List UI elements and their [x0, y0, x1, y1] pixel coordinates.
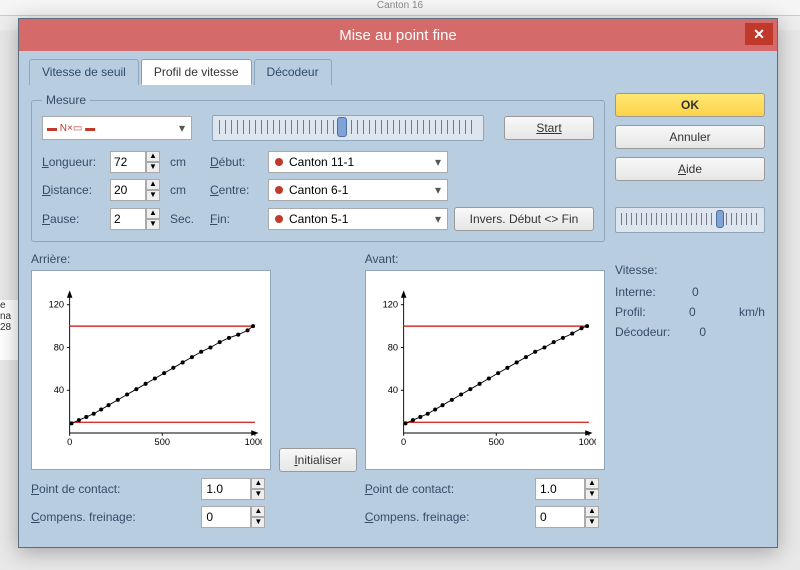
center-label: Centre:	[210, 183, 262, 197]
profile-speed-unit: km/h	[739, 305, 765, 319]
rear-compens-input[interactable]: 0	[201, 506, 251, 528]
rear-chart: 40 80 120 0 500 1000	[31, 270, 271, 470]
down-arrow-icon[interactable]: ▼	[251, 517, 265, 528]
front-compens-input[interactable]: 0	[535, 506, 585, 528]
start-canton-select[interactable]: Canton 11-1	[268, 151, 448, 173]
svg-text:500: 500	[155, 437, 170, 447]
slider-thumb[interactable]	[337, 117, 347, 137]
start-button[interactable]: Start	[504, 116, 594, 140]
ok-button[interactable]: OK	[615, 93, 765, 117]
up-arrow-icon[interactable]: ▲	[585, 478, 599, 489]
bg-sidebar-fragment: ena28	[0, 300, 18, 360]
invert-button[interactable]: Invers. Début <> Fin	[454, 207, 594, 231]
slider-ticks	[621, 213, 759, 225]
down-arrow-icon[interactable]: ▼	[585, 489, 599, 500]
svg-text:120: 120	[49, 300, 64, 310]
svg-text:0: 0	[67, 437, 72, 447]
front-chart: 40 80 120 0 500 1000	[365, 270, 605, 470]
length-label: Longueur:	[42, 155, 104, 169]
up-arrow-icon[interactable]: ▲	[251, 478, 265, 489]
center-canton-select[interactable]: Canton 6-1	[268, 179, 448, 201]
end-label: Fin:	[210, 212, 262, 226]
dialog-title: Mise au point fine	[339, 27, 457, 44]
tab-strip: Vitesse de seuil Profil de vitesse Décod…	[19, 51, 777, 85]
decoder-speed-label: Décodeur:	[615, 325, 670, 339]
speed-slider[interactable]	[615, 207, 765, 233]
distance-label: Distance:	[42, 183, 104, 197]
tab-speed-profile[interactable]: Profil de vitesse	[141, 59, 252, 85]
length-spinner[interactable]: ▲▼	[110, 151, 160, 173]
decoder-speed-value: 0	[699, 325, 706, 339]
red-dot-icon	[275, 215, 283, 223]
rear-contact-input[interactable]: 1.0	[201, 478, 251, 500]
svg-text:500: 500	[488, 437, 503, 447]
rear-contact-label: Point de contact:	[31, 482, 201, 496]
measure-legend: Mesure	[42, 93, 90, 107]
parent-window-title: Canton 16	[0, 0, 800, 16]
profile-speed-label: Profil:	[615, 305, 646, 319]
internal-speed-label: Interne:	[615, 285, 656, 299]
pause-spinner[interactable]: ▲▼	[110, 208, 160, 230]
tab-threshold-speed[interactable]: Vitesse de seuil	[29, 59, 139, 85]
down-arrow-icon[interactable]: ▼	[146, 190, 160, 201]
down-arrow-icon[interactable]: ▼	[146, 162, 160, 173]
svg-text:40: 40	[387, 385, 397, 395]
close-icon: ✕	[753, 26, 765, 43]
front-chart-title: Avant:	[365, 252, 605, 266]
tab-decoder[interactable]: Décodeur	[254, 59, 332, 85]
speed-header: Vitesse:	[615, 263, 765, 277]
start-label: Début:	[210, 155, 262, 169]
down-arrow-icon[interactable]: ▼	[585, 517, 599, 528]
svg-text:80: 80	[54, 342, 64, 352]
cm-label-2: cm	[170, 183, 204, 197]
distance-spinner[interactable]: ▲▼	[110, 179, 160, 201]
pause-input[interactable]	[110, 208, 146, 230]
end-canton-select[interactable]: Canton 5-1	[268, 208, 448, 230]
fine-tuning-dialog: Mise au point fine ✕ Vitesse de seuil Pr…	[18, 18, 778, 548]
cancel-button[interactable]: Annuler	[615, 125, 765, 149]
initialize-button[interactable]: IInitialisernitialiser	[279, 448, 356, 472]
up-arrow-icon[interactable]: ▲	[146, 208, 160, 219]
up-arrow-icon[interactable]: ▲	[146, 179, 160, 190]
up-arrow-icon[interactable]: ▲	[251, 506, 265, 517]
front-contact-input[interactable]: 1.0	[535, 478, 585, 500]
red-dot-icon	[275, 158, 283, 166]
svg-text:1000: 1000	[245, 437, 263, 447]
up-arrow-icon[interactable]: ▲	[585, 506, 599, 517]
front-compens-label: Compens. freinage:	[365, 510, 535, 524]
svg-text:40: 40	[54, 385, 64, 395]
down-arrow-icon[interactable]: ▼	[251, 489, 265, 500]
pause-label: Pause:	[42, 212, 104, 226]
svg-text:80: 80	[387, 342, 397, 352]
dialog-titlebar: Mise au point fine ✕	[19, 19, 777, 51]
measure-group: Mesure ▬ N×▭ ▬ Start Longueur:	[31, 93, 605, 242]
internal-speed-value: 0	[692, 285, 699, 299]
help-button[interactable]: Aide	[615, 157, 765, 181]
slider-thumb[interactable]	[716, 210, 724, 228]
loco-icon: ▬ N×▭ ▬	[47, 123, 95, 134]
svg-text:1000: 1000	[578, 437, 596, 447]
sec-label: Sec.	[170, 212, 204, 226]
red-dot-icon	[275, 186, 283, 194]
rear-chart-title: Arrière:	[31, 252, 271, 266]
down-arrow-icon[interactable]: ▼	[146, 219, 160, 230]
svg-text:0: 0	[401, 437, 406, 447]
up-arrow-icon[interactable]: ▲	[146, 151, 160, 162]
cm-label-1: cm	[170, 155, 204, 169]
distance-input[interactable]	[110, 179, 146, 201]
front-contact-label: Point de contact:	[365, 482, 535, 496]
slider-ticks	[219, 120, 477, 134]
length-input[interactable]	[110, 151, 146, 173]
svg-text:120: 120	[382, 300, 397, 310]
measure-slider[interactable]	[212, 115, 484, 141]
loco-selector[interactable]: ▬ N×▭ ▬	[42, 116, 192, 140]
profile-speed-value: 0	[689, 305, 696, 319]
rear-compens-label: Compens. freinage:	[31, 510, 201, 524]
close-button[interactable]: ✕	[745, 23, 773, 45]
